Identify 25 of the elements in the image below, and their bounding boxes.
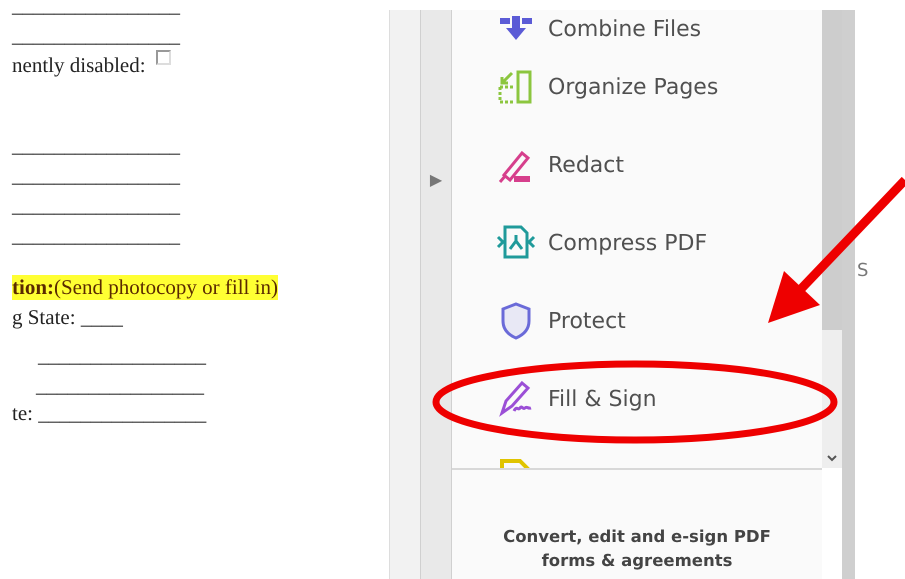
fill-in-line: ________________ [12, 133, 180, 158]
tool-item[interactable]: Redact [452, 126, 822, 204]
panel-text: S [857, 260, 868, 281]
chevron-down-icon[interactable] [827, 455, 837, 462]
tool-item[interactable]: Combine Files [452, 10, 822, 48]
tool-item[interactable]: Fill & Sign [452, 360, 822, 438]
tool-item[interactable]: Protect [452, 282, 822, 360]
fill-in-line: ________________ [12, 163, 180, 188]
highlighted-text: tion:(Send photocopy or fill in) [12, 275, 278, 300]
fill-in-line: ________________ [12, 23, 180, 48]
fill-in-line: ________________ [12, 223, 180, 248]
scrollbar[interactable] [822, 10, 842, 468]
expand-arrow[interactable]: ▶ [430, 170, 442, 190]
promo-text: Convert, edit and e-sign PDF forms & agreements [502, 526, 772, 572]
form-label: te: ________________ [12, 401, 206, 426]
checkbox[interactable] [156, 50, 171, 65]
tool-item[interactable]: Organize Pages [452, 48, 822, 126]
form-label: g State: ____ [12, 305, 123, 330]
fill-in-line: ________________ [36, 373, 204, 398]
fill-in-line: ________________ [12, 0, 180, 18]
fill-in-line: ________________ [38, 343, 206, 368]
collapse-strip[interactable]: ▶ [421, 10, 452, 579]
tool-item[interactable]: Compress PDF [452, 204, 822, 282]
form-label: nently disabled: [12, 53, 146, 78]
fill-in-line: ________________ [12, 193, 180, 218]
